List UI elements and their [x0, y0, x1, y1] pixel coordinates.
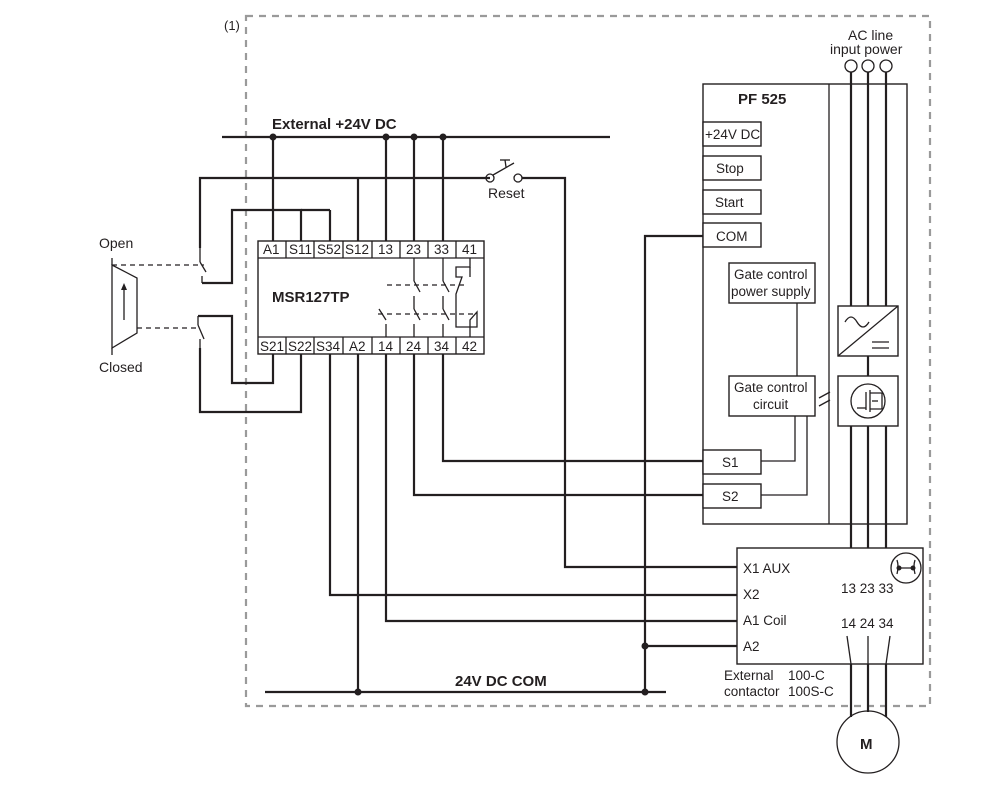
contactor-x1-aux: X1 AUX	[743, 561, 790, 576]
door-closed-label: Closed	[99, 359, 143, 375]
svg-text:External: External	[724, 668, 774, 683]
svg-text:contactor: contactor	[724, 684, 780, 699]
drive-terminal-com: COM	[716, 229, 748, 244]
svg-text:Gate control: Gate control	[734, 380, 808, 395]
door-open-label: Open	[99, 235, 133, 251]
terminal-A1: A1	[263, 242, 280, 257]
contactor-line-terminals: 13 23 33	[841, 581, 894, 596]
terminal-24: 24	[406, 339, 422, 354]
terminal-33: 33	[434, 242, 449, 257]
terminal-A2: A2	[349, 339, 366, 354]
supply-bus-label: External +24V DC	[272, 116, 397, 133]
drive-terminal-s2: S2	[722, 489, 739, 504]
reset-label: Reset	[488, 185, 525, 201]
contactor-x2: X2	[743, 587, 760, 602]
contactor-a2: A2	[743, 639, 760, 654]
contactor-a1-coil: A1 Coil	[743, 613, 787, 628]
svg-text:circuit: circuit	[753, 397, 789, 412]
drive-terminal-24vdc: +24V DC	[705, 127, 760, 142]
safety-relay: A1 S11 S52 S12 13 23 33 41 S21 S22 S34 A…	[257, 240, 485, 355]
terminal-23: 23	[406, 242, 421, 257]
terminal-41: 41	[462, 242, 477, 257]
drive-terminal-stop: Stop	[716, 161, 744, 176]
terminal-42: 42	[462, 339, 477, 354]
drive-terminal-start: Start	[715, 195, 744, 210]
terminal-13: 13	[378, 242, 393, 257]
drive-model: PF 525	[738, 91, 786, 108]
external-contactor: X1 AUX X2 A1 Coil A2 13 23 33 14 24 34 E…	[724, 547, 924, 699]
terminal-34: 34	[434, 339, 450, 354]
motor-label: M	[860, 736, 873, 753]
ac-input-terminals	[844, 59, 893, 73]
common-bus-label: 24V DC COM	[455, 673, 547, 690]
terminal-S11: S11	[289, 242, 312, 257]
terminal-14: 14	[378, 339, 394, 354]
terminal-S22: S22	[288, 339, 312, 354]
contactor-load-terminals: 14 24 34	[841, 616, 894, 631]
wiring-diagram: (1) External +24V DC Reset Open Closed A…	[99, 14, 932, 774]
reset-switch	[485, 159, 523, 183]
svg-text:power supply: power supply	[731, 284, 811, 299]
relay-model: MSR127TP	[272, 289, 350, 306]
ac-input-label-2: input power	[830, 41, 903, 57]
terminal-S21: S21	[260, 339, 284, 354]
terminal-S12: S12	[345, 242, 369, 257]
door-interlock-switch	[111, 248, 207, 355]
svg-text:100S-C: 100S-C	[788, 684, 834, 699]
note-marker: (1)	[224, 18, 240, 33]
pf525-drive: PF 525 +24V DC Stop Start COM Gate contr…	[702, 83, 908, 525]
drive-terminal-s1: S1	[722, 455, 739, 470]
svg-text:Gate control: Gate control	[734, 267, 808, 282]
terminal-S52: S52	[317, 242, 341, 257]
terminal-S34: S34	[316, 339, 341, 354]
svg-text:100-C: 100-C	[788, 668, 825, 683]
